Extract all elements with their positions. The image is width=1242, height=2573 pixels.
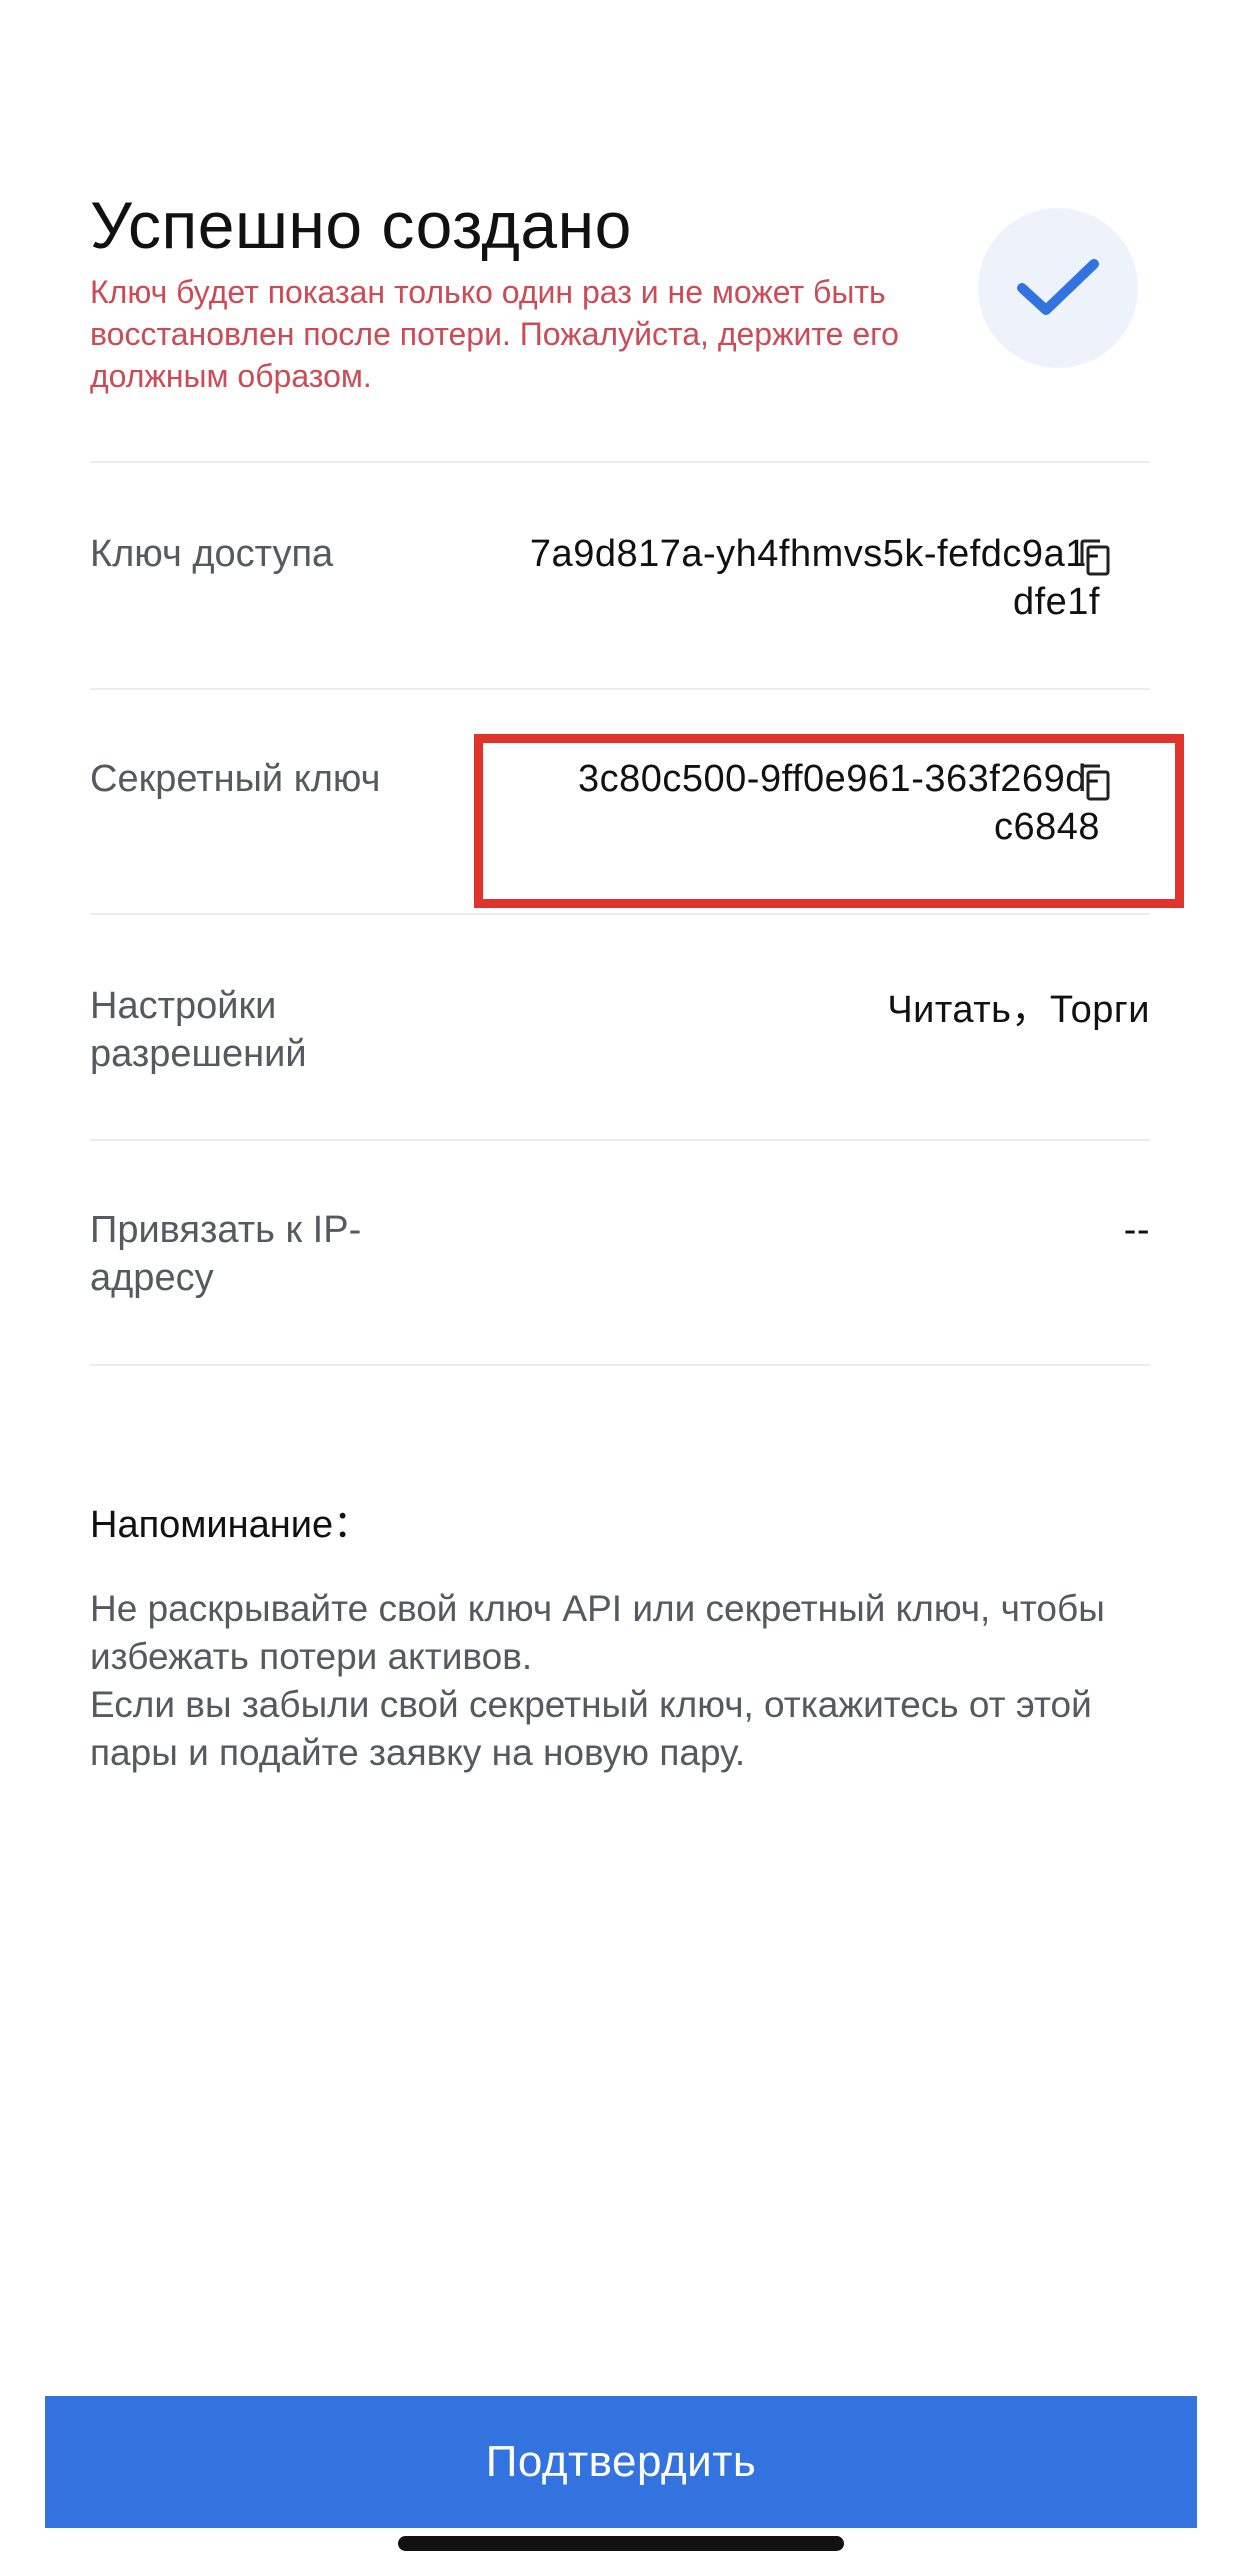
access-key-value-line1: 7a9d817a-yh4fhmvs5k-fefdc9a1- [529, 533, 1100, 575]
access-key-value-line2: dfe1f [1012, 581, 1100, 623]
success-header: Успешно создано Ключ будет показан тольк… [90, 185, 950, 397]
divider [90, 688, 1150, 690]
reminder-title: Напоминание： [90, 1504, 372, 1546]
reminder-line-1: Не раскрывайте свой ключ API или секретн… [90, 1588, 1105, 1677]
divider [90, 1364, 1150, 1366]
secret-key-label: Секретный ключ [90, 758, 381, 800]
ip-binding-label: Привязать к IP-адресу [90, 1209, 362, 1299]
permissions-value: Читать，Торги [887, 989, 1150, 1031]
copy-icon[interactable] [1078, 538, 1112, 578]
highlight-box [474, 734, 1184, 908]
success-badge [978, 208, 1138, 368]
permissions-label: Настройки разрешений [90, 985, 307, 1075]
divider [90, 913, 1150, 915]
divider [90, 461, 1150, 463]
reminder-text: Не раскрывайте свой ключ API или секретн… [90, 1585, 1170, 1777]
checkmark-icon [1017, 259, 1099, 315]
reminder-line-2: Если вы забыли свой секретный ключ, отка… [90, 1684, 1092, 1773]
access-key-label: Ключ доступа [90, 533, 334, 575]
home-indicator [398, 2536, 844, 2551]
ip-binding-value: -- [1123, 1209, 1150, 1251]
access-key-value: 7a9d817a-yh4fhmvs5k-fefdc9a1- dfe1f [530, 530, 1100, 626]
warning-text: Ключ будет показан только один раз и не … [90, 274, 899, 394]
divider [90, 1139, 1150, 1141]
page-title: Успешно создано [90, 188, 632, 262]
confirm-button[interactable]: Подтвердить [45, 2396, 1197, 2528]
